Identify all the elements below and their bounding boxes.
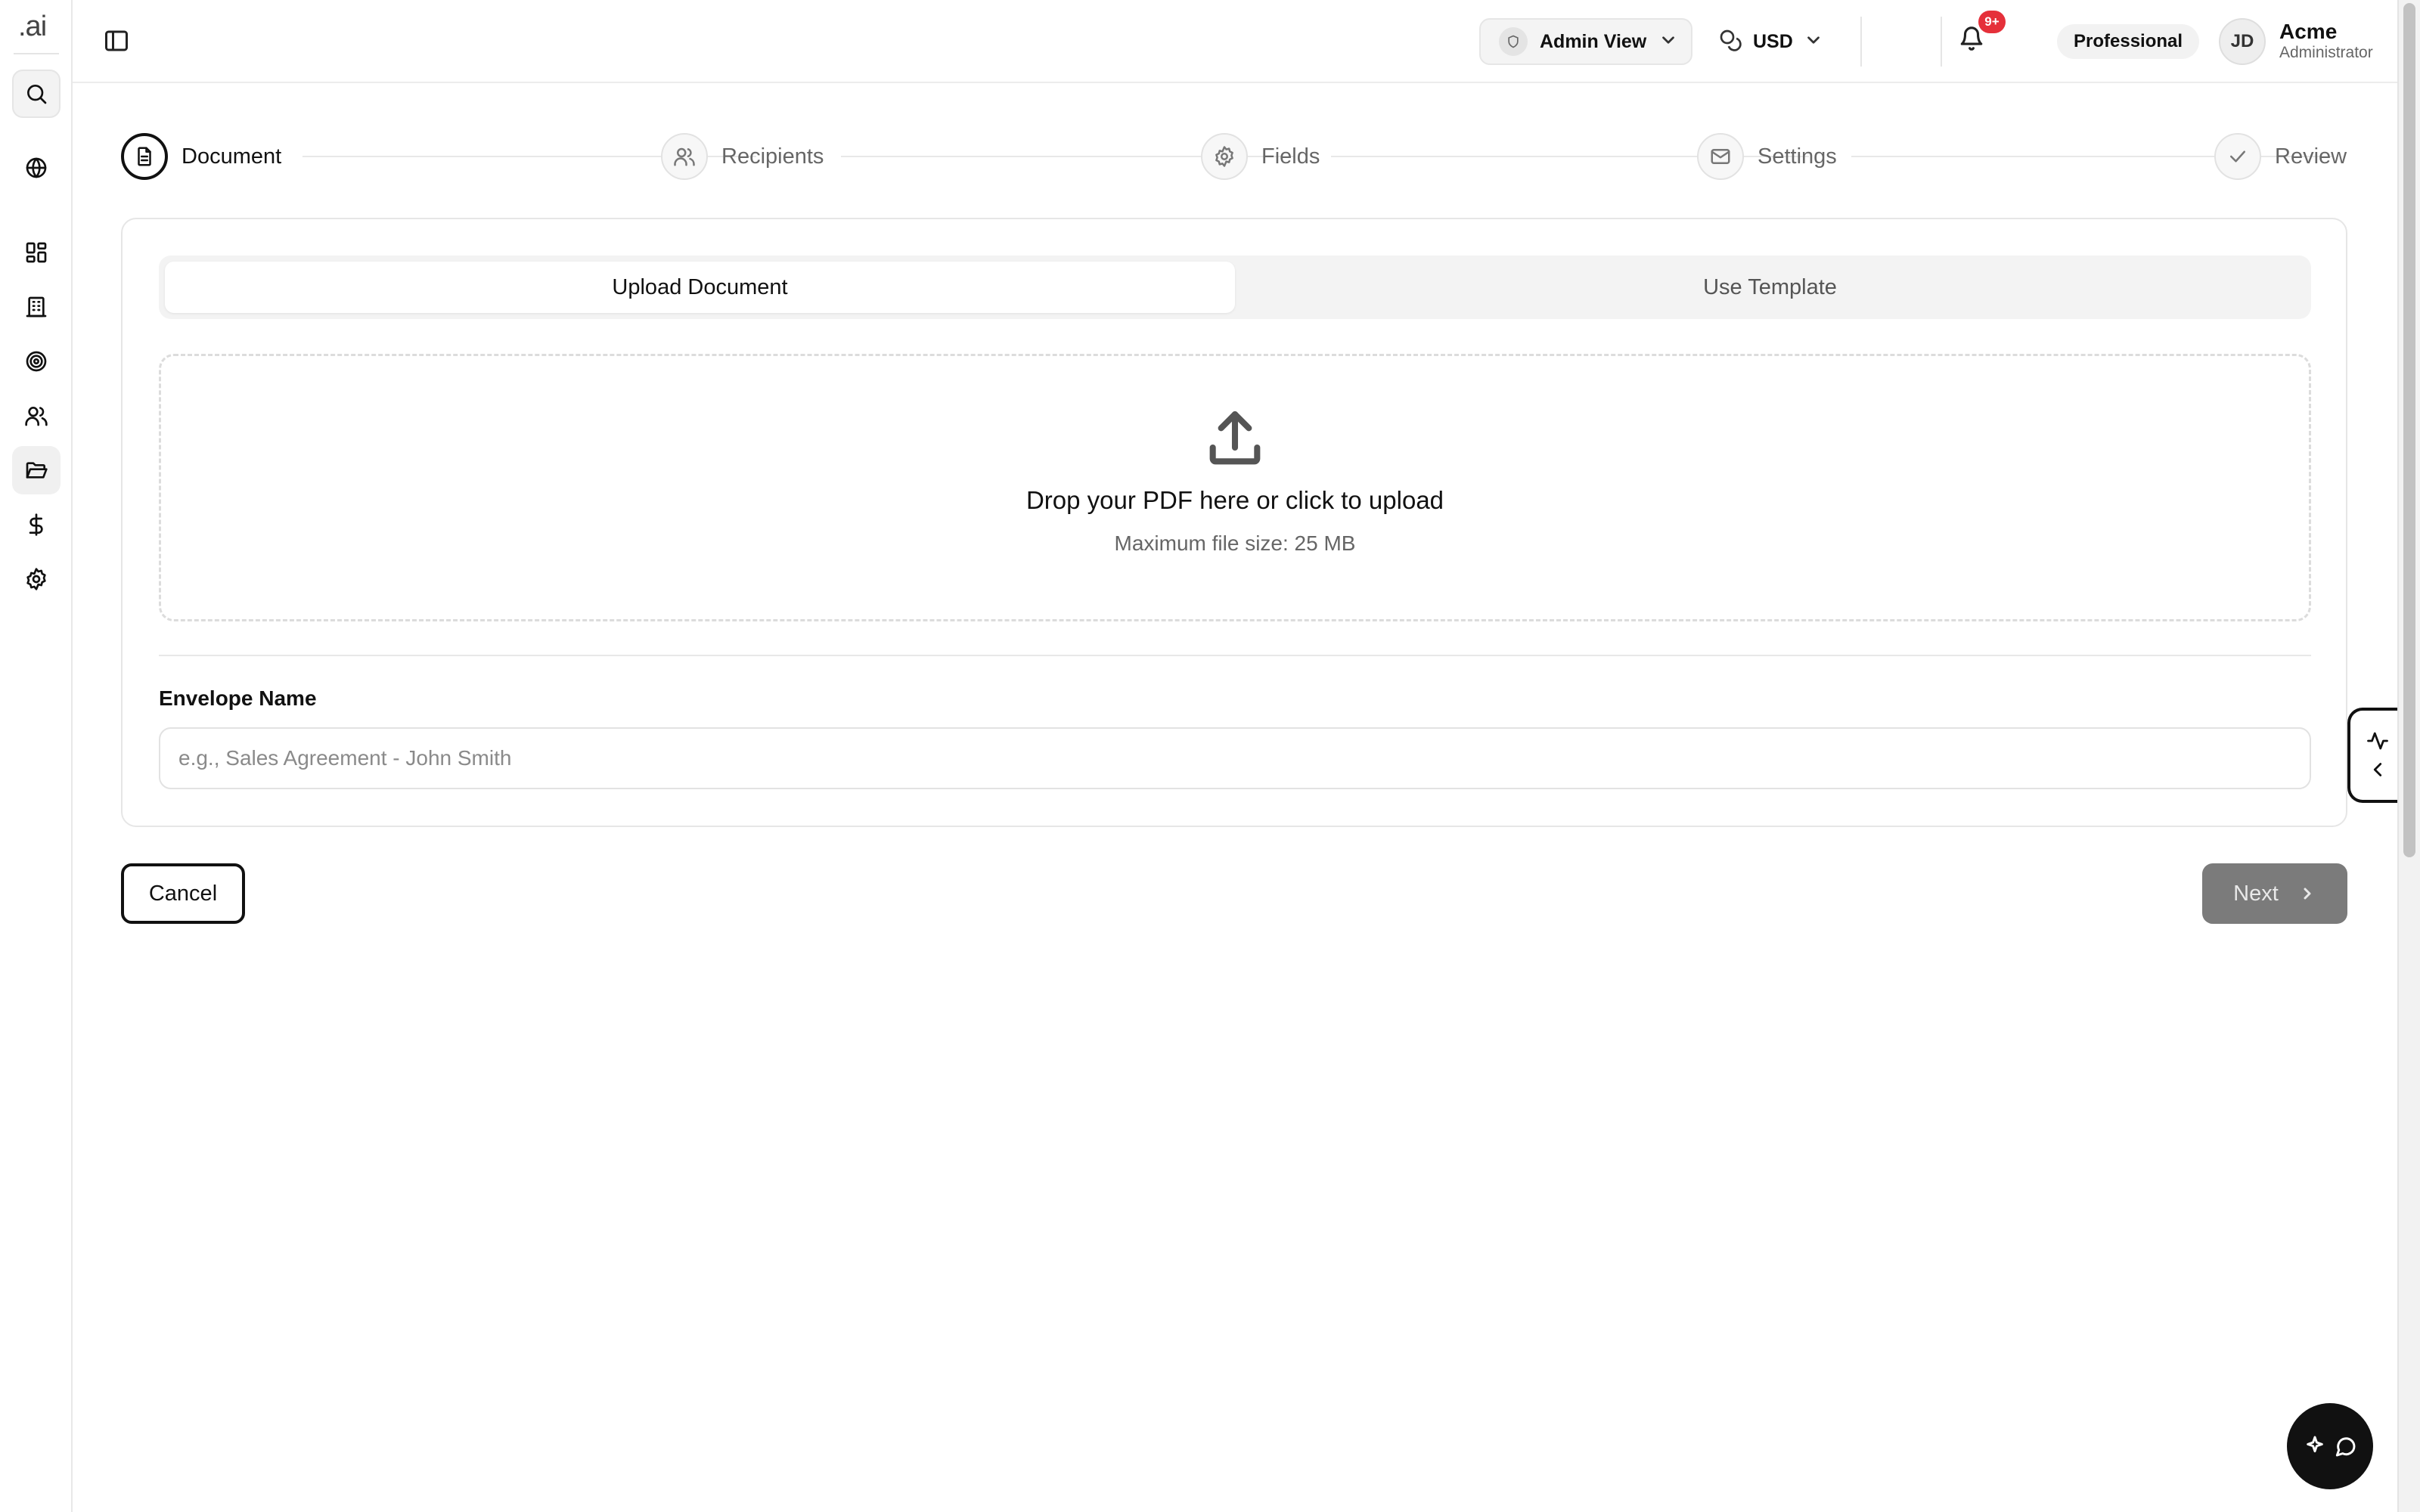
left-rail: .ai [0,0,73,1512]
rail-building-button[interactable] [12,283,60,331]
sparkles-icon [2307,1436,2323,1453]
view-switcher[interactable]: Admin View [1479,18,1692,65]
user-info: Acme Administrator [2279,20,2415,63]
rail-users-button[interactable] [12,392,60,440]
gear-icon [1201,133,1248,180]
step-settings[interactable]: Settings [1697,132,1837,181]
building-icon [26,296,47,318]
rail-billing-button[interactable] [12,500,60,549]
rail-settings-button[interactable] [12,555,60,603]
globe-icon [26,157,47,178]
cancel-button[interactable]: Cancel [121,863,245,924]
step-label: Document [182,144,282,169]
dashboard-icon [26,242,47,263]
step-recipients[interactable]: Recipients [661,132,824,181]
upload-dropzone[interactable]: Drop your PDF here or click to upload Ma… [159,354,2311,621]
rail-search-button[interactable] [12,70,60,118]
chevron-left-icon [2373,763,2382,776]
header-divider [1941,17,1942,67]
upload-icon [1202,406,1268,472]
folder-open-icon [26,462,48,479]
target-icon [26,351,47,372]
step-document[interactable]: Document [121,132,281,181]
step-label: Fields [1261,144,1320,169]
header-divider [1860,17,1862,67]
activity-icon [2367,732,2388,750]
notification-badge: 9+ [1978,11,2006,33]
view-switcher-label: Admin View [1540,30,1647,52]
search-icon [27,85,47,104]
top-bar: Admin View USD 9+ Professional JD Acme A… [73,0,2397,83]
currency-label: USD [1753,30,1793,52]
tab-upload-document[interactable]: Upload Document [165,262,1235,313]
bell-icon [1960,26,1983,51]
step-label: Recipients [721,144,824,169]
rail-folder-button[interactable] [12,446,60,494]
step-fields[interactable]: Fields [1201,132,1320,181]
dropzone-title: Drop your PDF here or click to upload [1025,486,1444,514]
scrollbar-thumb[interactable] [2403,3,2415,857]
dropzone-subtitle: Maximum file size: 25 MB [1114,531,1356,555]
step-review[interactable]: Review [2214,132,2347,181]
next-button-label: Next [2233,881,2279,906]
document-icon [121,133,168,180]
chat-bubble-icon [2335,1437,2356,1457]
logo-divider [14,53,59,54]
currency-selector[interactable]: USD [1718,21,1823,62]
user-name: Acme [2279,20,2338,43]
avatar: JD [2219,18,2266,65]
dollar-icon [29,513,43,536]
document-card: Upload Document Use Template Drop your P… [121,218,2347,827]
check-icon [2214,133,2261,180]
ai-assistant-button[interactable] [2287,1403,2373,1489]
chevron-down-icon [1804,30,1823,54]
rail-dashboard-button[interactable] [12,228,60,277]
user-role: Administrator [2279,44,2373,61]
tab-use-template[interactable]: Use Template [1235,262,2305,313]
gear-icon [26,568,46,590]
rail-globe-button[interactable] [12,144,60,192]
shield-icon [1499,27,1528,56]
app-logo: .ai [18,11,47,42]
user-menu[interactable]: JD Acme Administrator [2219,18,2420,65]
envelope-name-label: Envelope Name [159,686,317,710]
mail-icon [1697,133,1744,180]
sidebar-toggle-button[interactable] [103,27,130,54]
chevron-right-icon [2304,888,2311,900]
coins-icon [1718,28,1742,56]
activity-panel-toggle[interactable] [2347,708,2405,803]
envelope-name-input[interactable] [159,727,2311,789]
sidebar-toggle-icon [105,30,128,51]
chevron-down-icon [1658,30,1678,54]
wizard-stepper: Document Recipients Fields Settings Revi… [121,132,2347,181]
step-label: Review [2275,144,2347,169]
page-scrollbar[interactable] [2397,0,2420,1512]
section-divider [159,655,2311,656]
users-icon [661,133,708,180]
rail-target-button[interactable] [12,337,60,386]
plan-badge: Professional [2057,24,2200,59]
step-label: Settings [1758,144,1837,169]
users-icon [25,407,48,426]
source-tabs: Upload Document Use Template [159,256,2311,319]
next-button[interactable]: Next [2202,863,2347,924]
